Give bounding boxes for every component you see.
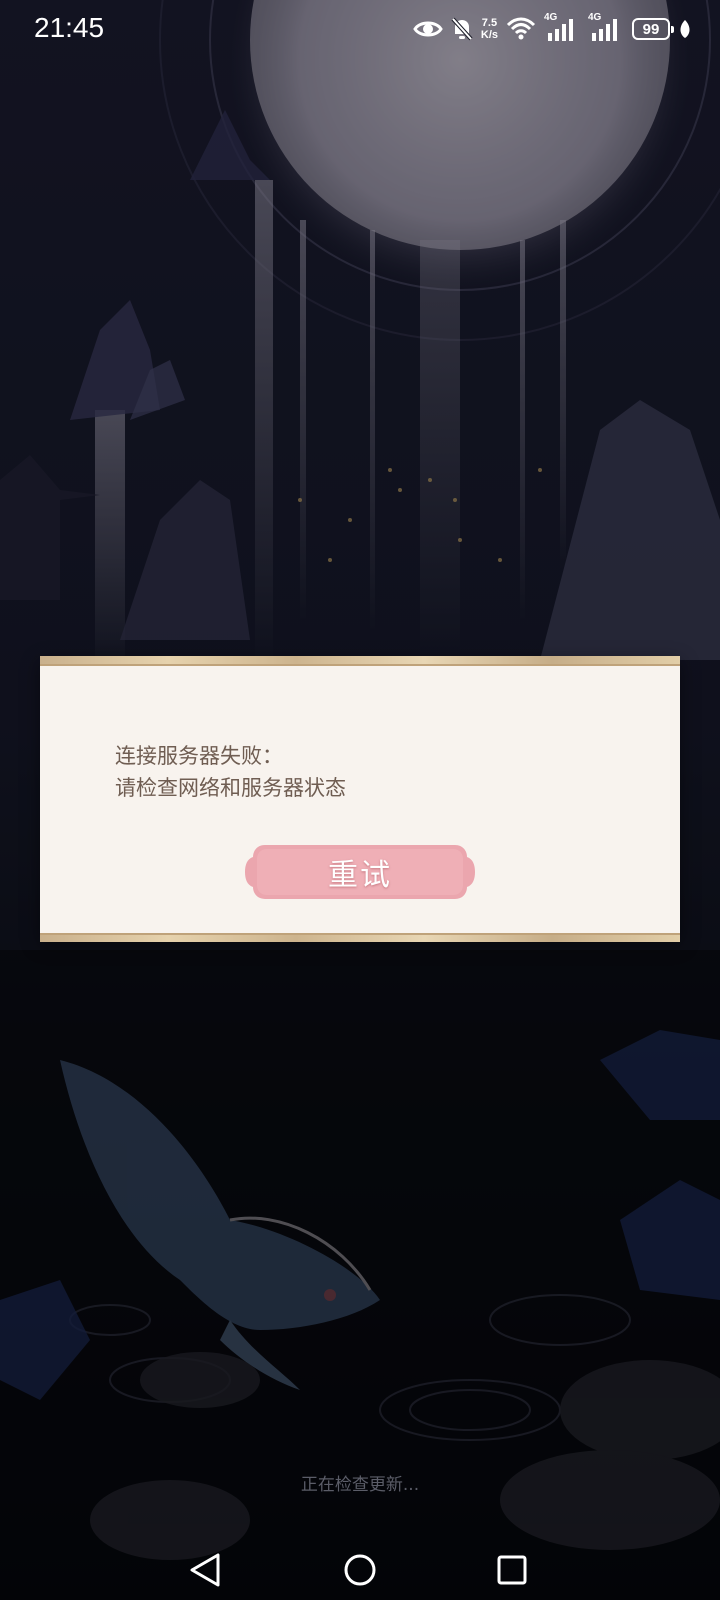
sim2-signal: 4G <box>588 12 624 43</box>
retry-button[interactable]: 重试 <box>245 841 475 903</box>
sim1-network-type: 4G <box>544 12 558 23</box>
home-button[interactable] <box>330 1540 390 1600</box>
error-message-line1: 连接服务器失败： <box>115 744 283 768</box>
eye-icon <box>413 21 443 37</box>
loading-status-text: 正在检查更新... <box>300 1475 420 1495</box>
network-speed: 7.5 K/s <box>481 17 498 41</box>
sim1-signal: 4G <box>544 12 580 43</box>
network-speed-value: 7.5 <box>481 17 498 29</box>
retry-button-label: 重试 <box>328 858 392 893</box>
status-icons: 7.5 K/s 4G 4G 99 <box>413 12 692 46</box>
sim2-network-type: 4G <box>588 12 602 23</box>
connection-error-dialog: 连接服务器失败： 请检查网络和服务器状态 重试 <box>40 656 680 942</box>
error-message: 连接服务器失败： 请检查网络和服务器状态 <box>115 740 595 804</box>
error-message-line2: 请检查网络和服务器状态 <box>115 776 346 800</box>
back-button[interactable] <box>176 1540 236 1600</box>
dialog-top-border <box>40 656 680 666</box>
network-speed-unit: K/s <box>480 29 498 41</box>
leaf-icon <box>680 20 690 38</box>
wifi-icon <box>506 17 536 40</box>
status-bar: 21:45 7.5 K/s 4G 4G 99 <box>0 0 720 60</box>
mute-bell-icon <box>451 17 473 41</box>
game-loading-screen: 21:45 7.5 K/s 4G 4G 99 连接服务器失败： 请检查网络和服务… <box>0 0 720 1600</box>
navigation-bar <box>0 1540 720 1600</box>
dialog-bottom-border <box>40 933 680 942</box>
back-triangle-icon <box>190 1553 220 1587</box>
status-time: 21:45 <box>34 12 105 43</box>
battery-icon: 99 <box>632 18 674 40</box>
recents-button[interactable] <box>482 1540 542 1600</box>
battery-level: 99 <box>642 20 660 38</box>
recents-square-icon <box>497 1555 527 1585</box>
home-circle-icon <box>344 1554 376 1586</box>
